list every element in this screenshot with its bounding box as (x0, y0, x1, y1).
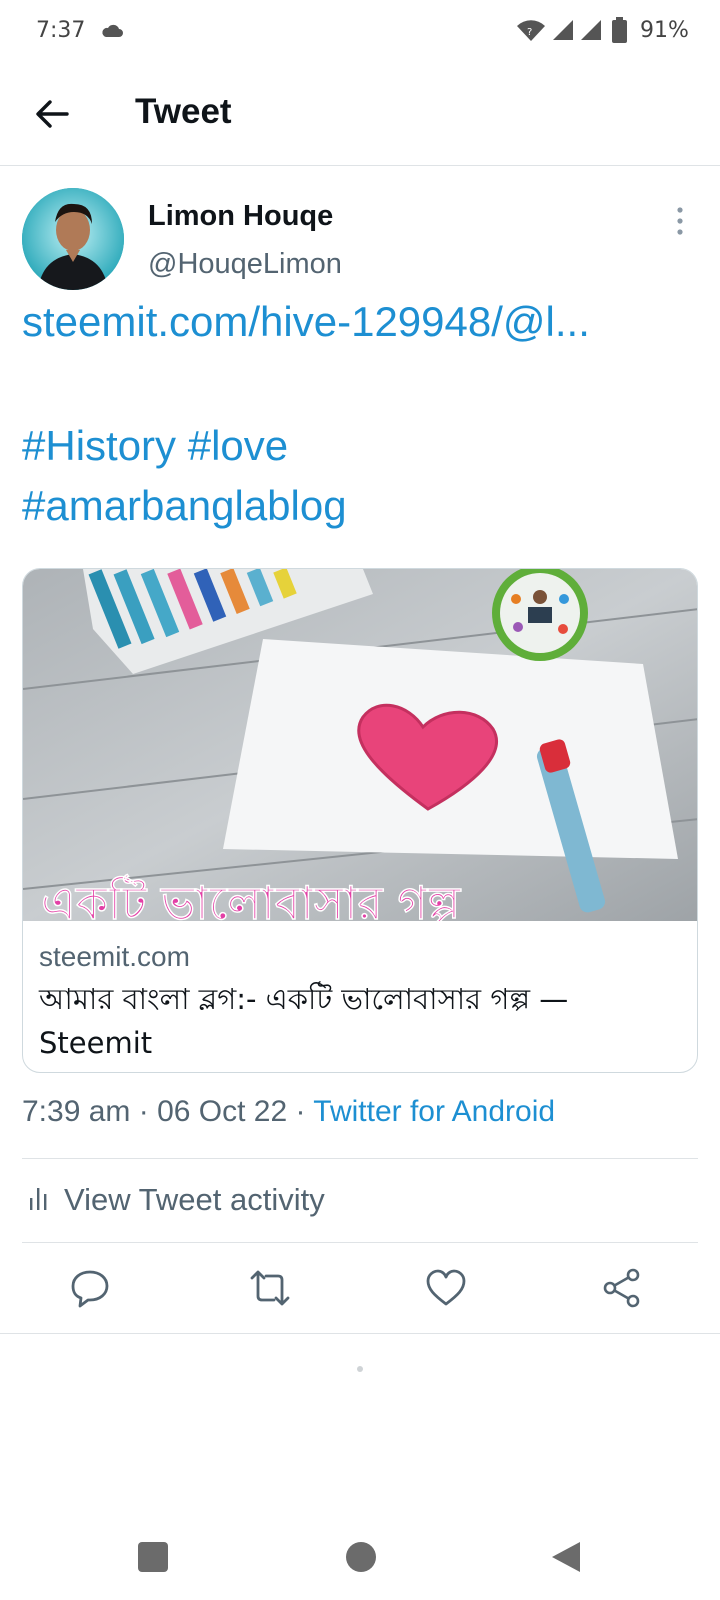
back-button[interactable] (30, 92, 74, 136)
tweet-source[interactable]: Twitter for Android (313, 1095, 555, 1128)
like-icon[interactable] (424, 1266, 468, 1310)
meta-separator: · (130, 1095, 158, 1128)
divider (22, 1158, 698, 1159)
avatar-image (22, 188, 124, 290)
more-options-icon[interactable] (668, 206, 692, 236)
hashtag-history[interactable]: #History (22, 422, 176, 469)
cloud-icon (102, 24, 123, 37)
header: Tweet (0, 64, 720, 166)
hashtags: #History #love #amarbanglablog (22, 416, 347, 536)
card-image: একটি ভালোবাসার গল্প (23, 569, 697, 921)
action-bar (0, 1244, 720, 1334)
tweet-link[interactable]: steemit.com/hive-129948/@l... (22, 298, 682, 346)
battery-icon (612, 17, 627, 43)
status-bar: 7:37 ? 91% (0, 0, 720, 64)
wifi-icon: ? (517, 20, 545, 41)
reply-icon[interactable] (68, 1266, 112, 1310)
tweet-meta: 7:39 am · 06 Oct 22 · Twitter for Androi… (22, 1095, 555, 1129)
system-nav-bar (0, 1512, 720, 1600)
battery-percent: 91% (640, 18, 689, 43)
divider (22, 1242, 698, 1243)
avatar[interactable] (22, 188, 124, 290)
card-overlay-text: একটি ভালোবাসার গল্প (41, 874, 461, 921)
hashtag-love[interactable]: #love (188, 422, 288, 469)
arrow-left-icon (36, 100, 69, 128)
loading-indicator (357, 1366, 363, 1372)
meta-separator: · (287, 1095, 314, 1128)
author-handle[interactable]: @HouqeLimon (148, 248, 342, 281)
card-domain: steemit.com (39, 941, 190, 972)
analytics-icon (30, 1188, 47, 1210)
home-button[interactable] (346, 1542, 376, 1572)
tweet-time: 7:39 am (22, 1095, 131, 1128)
status-time: 7:37 (36, 18, 86, 43)
recents-button[interactable] (138, 1542, 168, 1572)
nav-back-icon[interactable] (550, 1540, 582, 1574)
link-card[interactable]: একটি ভালোবাসার গল্প steemit.com আমার বাং… (22, 568, 698, 1073)
hashtag-amarbanglablog[interactable]: #amarbanglablog (22, 482, 347, 529)
retweet-icon[interactable] (248, 1266, 292, 1310)
share-icon[interactable] (600, 1266, 644, 1310)
page-title: Tweet (135, 92, 232, 131)
card-title: আমার বাংলা ব্লগ:- একটি ভালোবাসার গল্প — … (39, 982, 569, 1060)
signal-icon (581, 20, 601, 40)
signal-icon (553, 20, 573, 40)
view-activity-button[interactable]: View Tweet activity (22, 1160, 698, 1242)
svg-text:?: ? (527, 27, 532, 38)
view-activity-label: View Tweet activity (64, 1182, 325, 1217)
author-name[interactable]: Limon Houqe (148, 200, 333, 233)
tweet-date: 06 Oct 22 (157, 1095, 288, 1128)
